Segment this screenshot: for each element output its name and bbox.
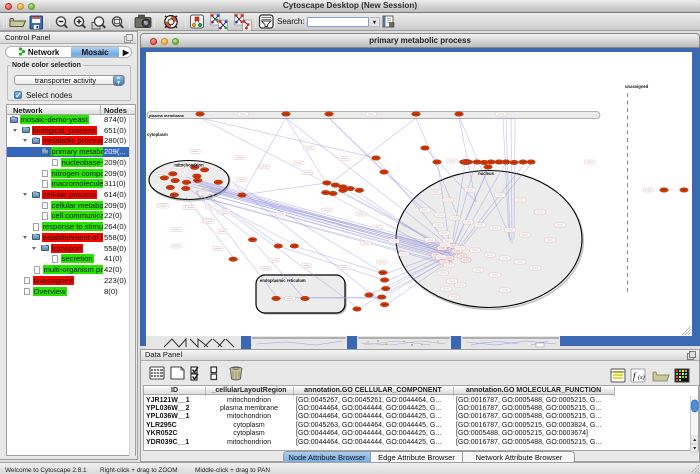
svg-text:mitochondrion: mitochondrion	[174, 163, 204, 168]
svg-text:plasma membrane: plasma membrane	[149, 113, 185, 118]
svg-text:(x): (x)	[638, 374, 645, 381]
svg-text:cytoplasm: cytoplasm	[147, 132, 168, 137]
svg-text:unassigned: unassigned	[625, 84, 649, 89]
svg-text:endoplasmic reticulum: endoplasmic reticulum	[260, 278, 306, 283]
